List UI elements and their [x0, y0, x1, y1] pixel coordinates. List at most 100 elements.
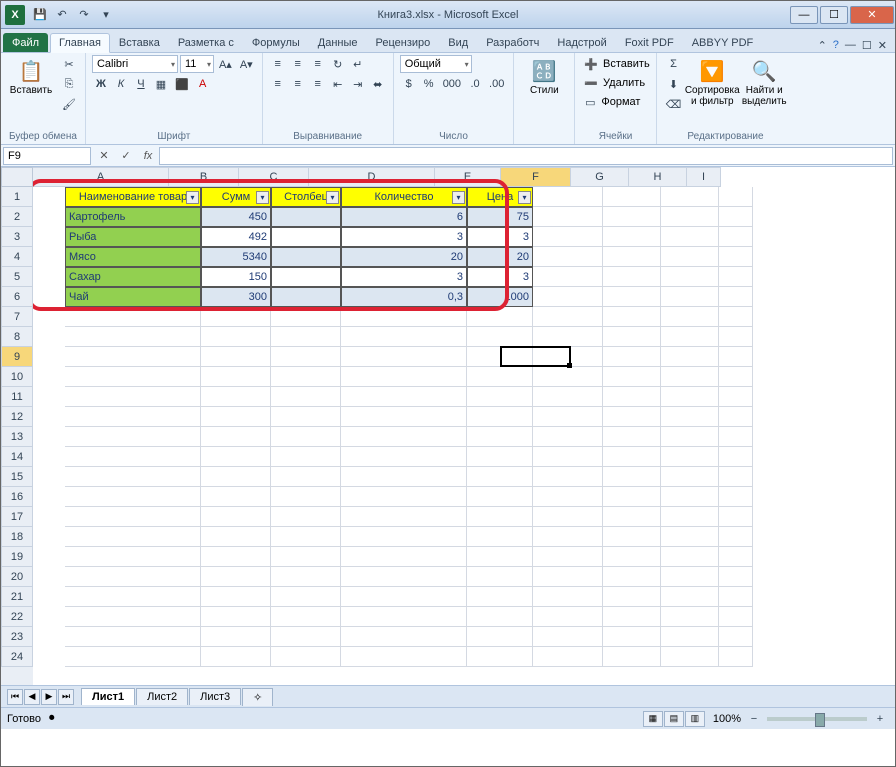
cell[interactable] — [661, 387, 719, 407]
cell[interactable]: 150 — [201, 267, 271, 287]
cell[interactable] — [467, 307, 533, 327]
cell-grid[interactable]: Наименование товар▾Сумм▾Столбец▾Количест… — [65, 187, 753, 667]
comma-icon[interactable]: 000 — [440, 75, 464, 93]
cell[interactable] — [467, 347, 533, 367]
cell[interactable] — [533, 607, 603, 627]
cell[interactable] — [719, 587, 753, 607]
cell[interactable] — [201, 607, 271, 627]
underline-button[interactable]: Ч — [132, 75, 150, 93]
cell[interactable] — [271, 627, 341, 647]
styles-button[interactable]: 🔠 Стили — [520, 55, 568, 96]
font-name-select[interactable]: Calibri — [92, 55, 178, 73]
cell[interactable] — [533, 307, 603, 327]
col-header-A[interactable]: A — [33, 167, 169, 187]
cell[interactable] — [719, 627, 753, 647]
cell[interactable] — [65, 347, 201, 367]
cell[interactable] — [341, 487, 467, 507]
view-normal-icon[interactable]: ▦ — [643, 711, 663, 727]
sheet-nav-last-icon[interactable]: ⏭ — [58, 689, 74, 705]
cell[interactable] — [533, 327, 603, 347]
cancel-formula-icon[interactable]: ✕ — [95, 147, 113, 165]
row-header-11[interactable]: 11 — [1, 387, 33, 407]
indent-inc-icon[interactable]: ⇥ — [349, 75, 367, 93]
cell[interactable] — [603, 467, 661, 487]
col-header-C[interactable]: C — [239, 167, 309, 187]
col-header-B[interactable]: B — [169, 167, 239, 187]
cell[interactable] — [65, 527, 201, 547]
fill-icon[interactable]: ⬇ — [663, 75, 685, 93]
cell[interactable] — [603, 427, 661, 447]
sheet-tab-1[interactable]: Лист1 — [81, 688, 135, 705]
cell[interactable] — [661, 327, 719, 347]
cell[interactable] — [719, 407, 753, 427]
tab-abbyy[interactable]: ABBYY PDF — [683, 33, 763, 52]
view-layout-icon[interactable]: ▤ — [664, 711, 684, 727]
cell[interactable]: 300 — [201, 287, 271, 307]
cell[interactable]: Сумм▾ — [201, 187, 271, 207]
cell[interactable] — [719, 187, 753, 207]
cell[interactable] — [719, 267, 753, 287]
cell[interactable] — [201, 347, 271, 367]
select-all-corner[interactable] — [1, 167, 33, 187]
save-icon[interactable]: 💾 — [31, 7, 49, 23]
cell[interactable] — [271, 607, 341, 627]
cell[interactable] — [533, 367, 603, 387]
cell[interactable] — [201, 507, 271, 527]
align-center-icon[interactable]: ≡ — [289, 75, 307, 93]
cell[interactable] — [603, 607, 661, 627]
sheet-nav-next-icon[interactable]: ▶ — [41, 689, 57, 705]
tab-foxit[interactable]: Foxit PDF — [616, 33, 683, 52]
cell[interactable] — [467, 387, 533, 407]
cell[interactable] — [271, 467, 341, 487]
cell[interactable] — [533, 387, 603, 407]
cell[interactable] — [661, 407, 719, 427]
cell[interactable] — [341, 327, 467, 347]
cell[interactable] — [467, 587, 533, 607]
cell[interactable] — [719, 287, 753, 307]
cell[interactable] — [467, 567, 533, 587]
cell[interactable] — [603, 647, 661, 667]
cell[interactable]: 1000 — [467, 287, 533, 307]
tab-file[interactable]: Файл — [3, 33, 48, 52]
cell[interactable] — [719, 567, 753, 587]
cell[interactable] — [271, 227, 341, 247]
cell[interactable] — [271, 547, 341, 567]
cell[interactable] — [467, 447, 533, 467]
cell[interactable] — [603, 367, 661, 387]
cell[interactable] — [65, 507, 201, 527]
tab-layout[interactable]: Разметка с — [169, 33, 243, 52]
cell[interactable] — [271, 367, 341, 387]
cell[interactable] — [341, 427, 467, 447]
cell[interactable] — [65, 547, 201, 567]
cell[interactable] — [719, 387, 753, 407]
cell[interactable] — [719, 467, 753, 487]
grow-font-icon[interactable]: A▴ — [216, 55, 235, 73]
dec-dec-icon[interactable]: .00 — [486, 75, 507, 93]
cell[interactable] — [201, 547, 271, 567]
cell[interactable]: 450 — [201, 207, 271, 227]
cell[interactable] — [201, 647, 271, 667]
doc-close-icon[interactable]: ✕ — [878, 39, 887, 52]
dec-inc-icon[interactable]: .0 — [466, 75, 484, 93]
cell[interactable] — [201, 527, 271, 547]
cell[interactable] — [661, 347, 719, 367]
doc-min-icon[interactable]: — — [845, 39, 856, 52]
worksheet[interactable]: 123456789101112131415161718192021222324 … — [1, 167, 895, 685]
cell[interactable]: 3 — [341, 267, 467, 287]
cell[interactable] — [719, 507, 753, 527]
cell[interactable] — [65, 467, 201, 487]
cell[interactable] — [341, 567, 467, 587]
cell[interactable] — [661, 487, 719, 507]
cell[interactable] — [603, 407, 661, 427]
paste-button[interactable]: 📋 Вставить — [7, 55, 55, 96]
col-header-H[interactable]: H — [629, 167, 687, 187]
sheet-tab-2[interactable]: Лист2 — [136, 688, 188, 705]
border-icon[interactable]: ▦ — [152, 75, 170, 93]
cells-delete-icon[interactable]: ➖ — [581, 74, 601, 92]
tab-view[interactable]: Вид — [439, 33, 477, 52]
cell[interactable] — [661, 627, 719, 647]
row-header-7[interactable]: 7 — [1, 307, 33, 327]
zoom-in-icon[interactable]: + — [871, 710, 889, 728]
ribbon-minimize-icon[interactable]: ⌃ — [818, 39, 827, 52]
font-color-icon[interactable]: A — [194, 75, 212, 93]
